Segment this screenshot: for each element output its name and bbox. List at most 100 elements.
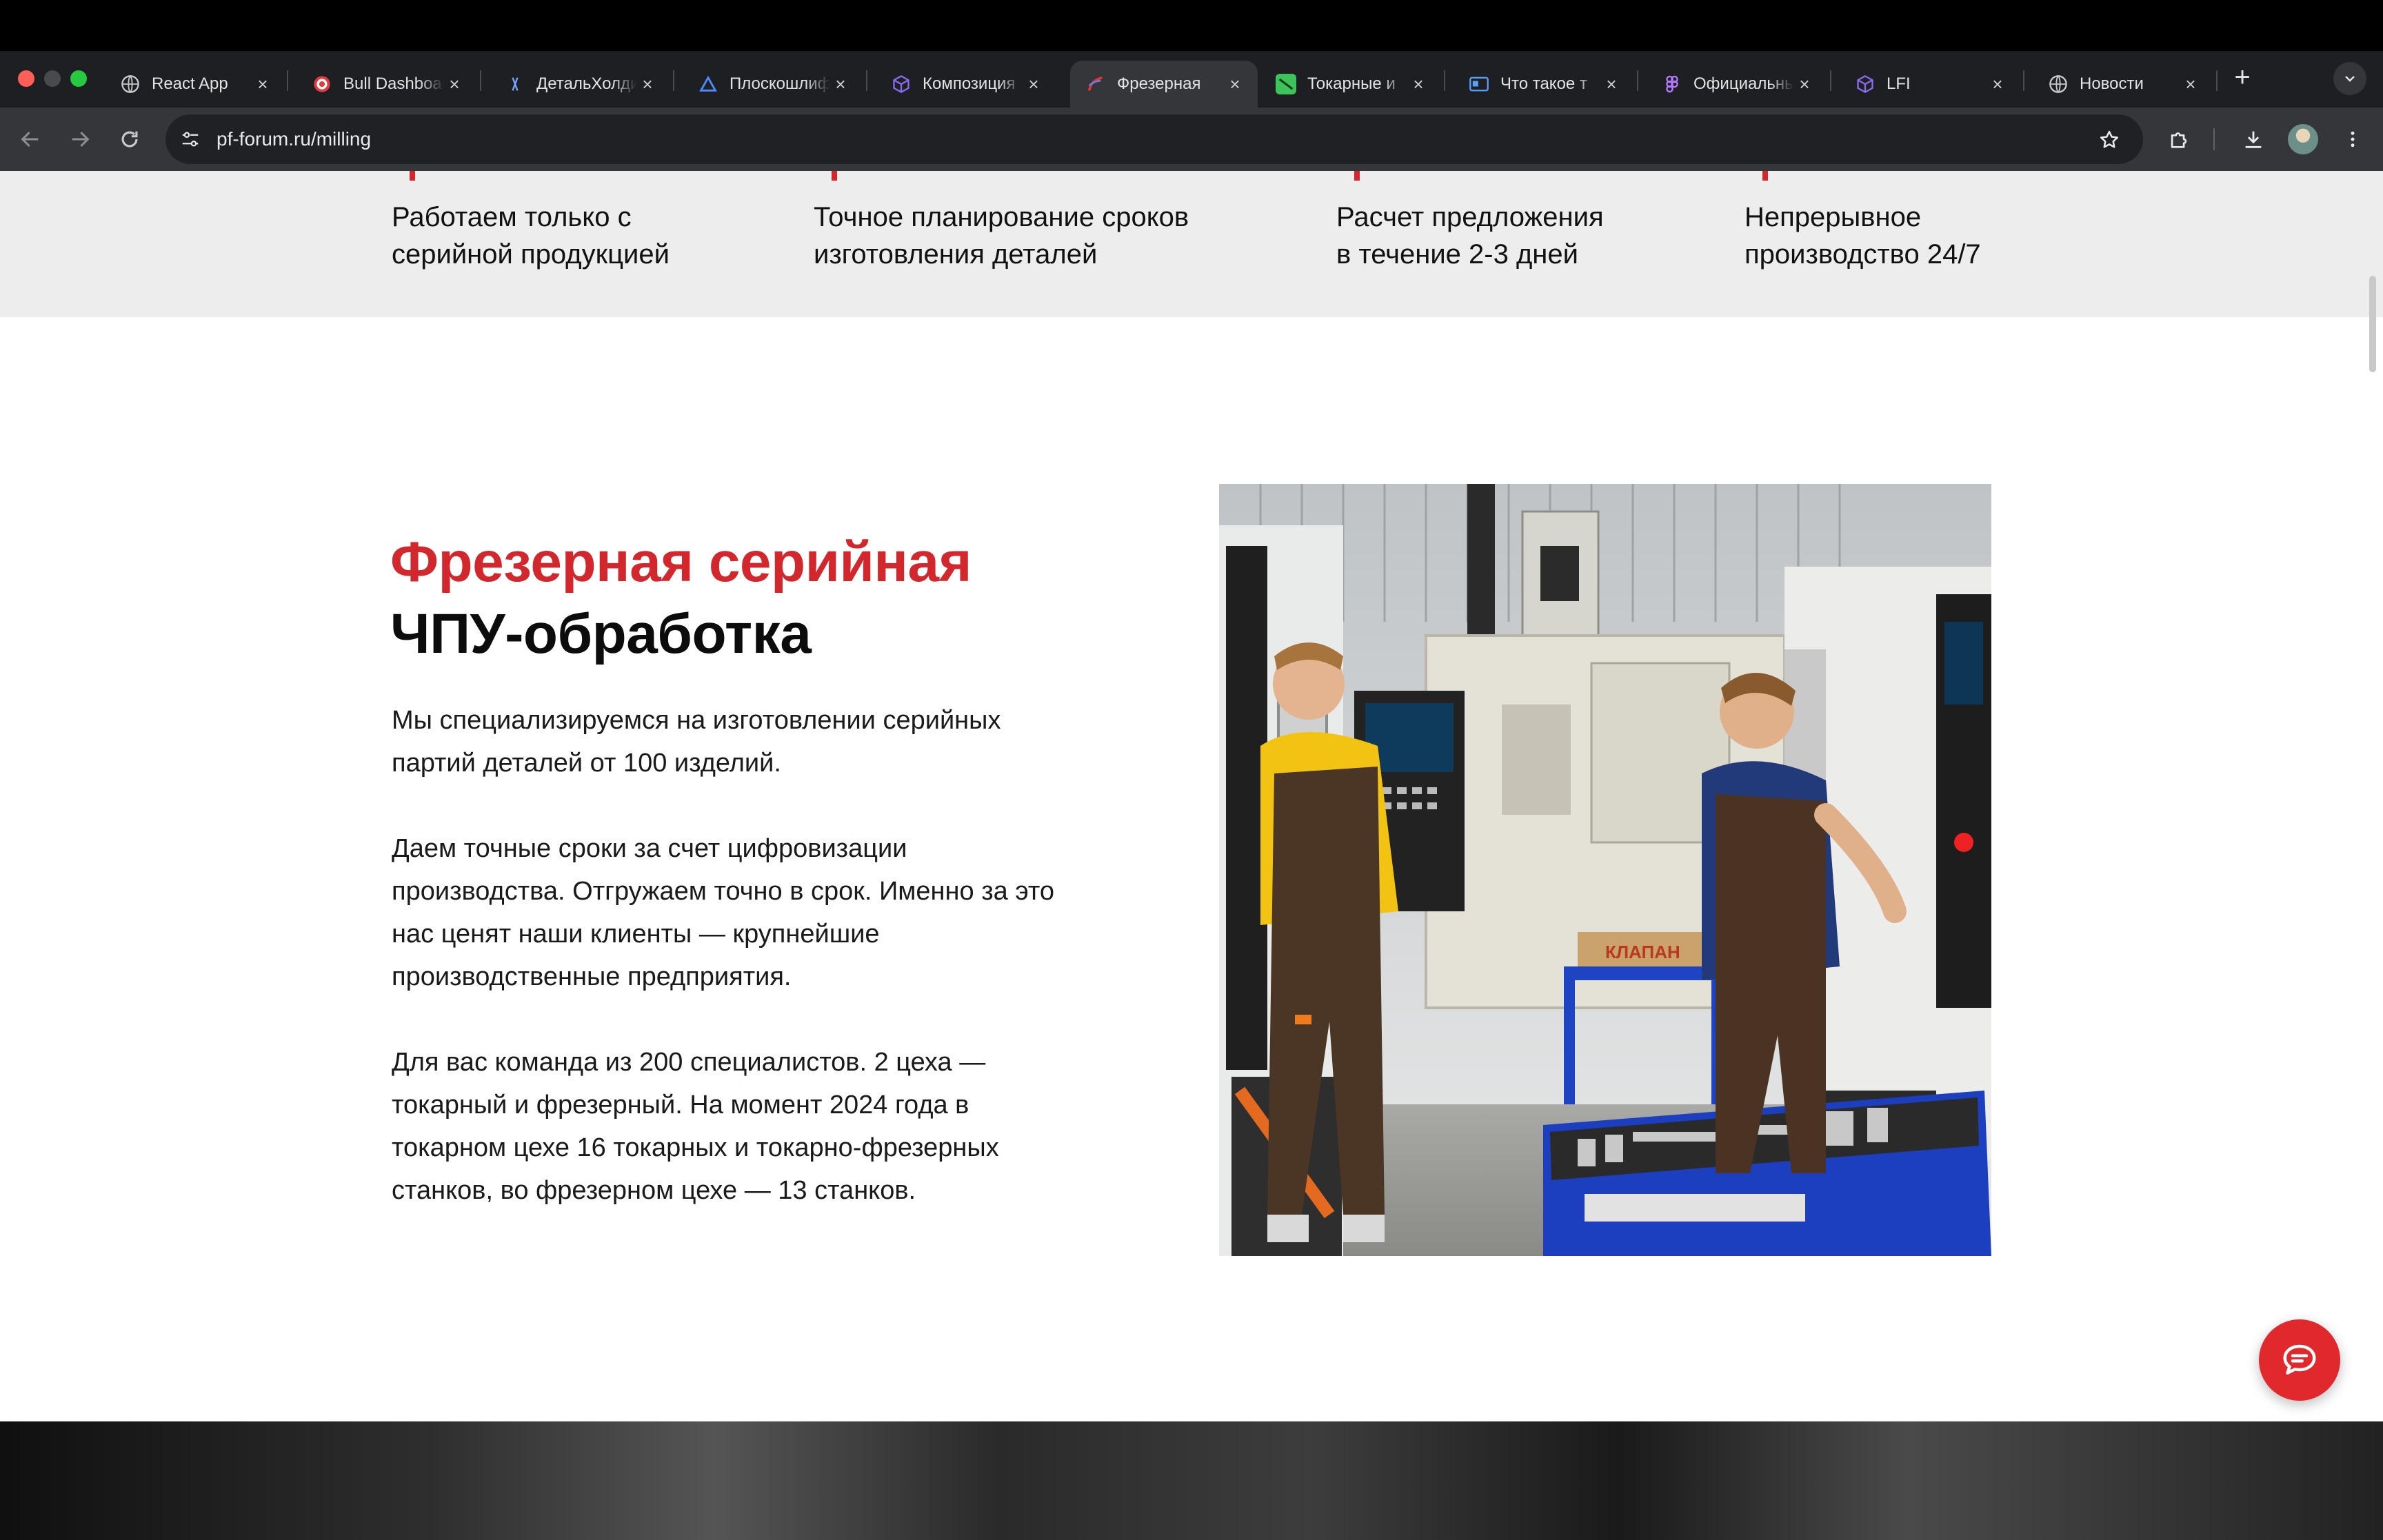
close-tab-icon[interactable]: × (2180, 74, 2201, 94)
tab-ploskoshlif[interactable]: Плоскошлифовальные × (683, 61, 863, 108)
section-paragraph: Для вас команда из 200 специалистов. 2 ц… (392, 1048, 999, 1205)
card-icon (1469, 74, 1489, 94)
accent-marker (832, 171, 837, 181)
reload-button[interactable] (113, 123, 146, 156)
close-tab-icon[interactable]: × (1601, 74, 1622, 94)
tab-separator (2023, 70, 2024, 91)
url-domain: pf-forum.ru (217, 128, 311, 150)
tab-detalholding[interactable]: ДетальХолдинг × (490, 61, 670, 108)
minimize-window-button[interactable] (44, 70, 61, 87)
close-tab-icon[interactable]: × (444, 74, 465, 94)
cube-icon (891, 74, 912, 94)
tab-title: Новости (2080, 74, 2144, 93)
more-vert-icon (2351, 131, 2355, 148)
tab-title: ДетальХолдинг (536, 74, 637, 93)
close-tab-icon[interactable]: × (637, 74, 658, 94)
crate-label: КЛАПАН (1605, 942, 1680, 962)
tab-oficialnyi[interactable]: Официальный × (1647, 61, 1827, 108)
tab-separator (866, 70, 867, 91)
cube-icon (1855, 74, 1876, 94)
profile-avatar[interactable] (2288, 124, 2318, 154)
tab-title: Токарные и (1307, 74, 1396, 93)
tab-bull-dashboard[interactable]: Bull Dashboard × (296, 61, 477, 108)
benefit-line: производство 24/7 (1744, 239, 1981, 270)
tab-title: Что такое т (1500, 74, 1587, 93)
tab-title: Плоскошлифовальные (730, 74, 830, 93)
benefit-item: Точное планирование сроков изготовления … (814, 171, 1269, 273)
tab-title: Bull Dashboard (343, 74, 444, 93)
tab-search-button[interactable] (2333, 62, 2366, 95)
chat-widget-button[interactable] (2259, 1319, 2340, 1401)
tune-icon (182, 132, 199, 147)
tab-separator (2216, 70, 2218, 91)
new-tab-button[interactable]: + (2229, 63, 2256, 91)
chevron-down-icon (2345, 76, 2355, 82)
forward-button[interactable] (63, 123, 97, 156)
tab-frezernaya[interactable]: Фрезерная × (1070, 61, 1258, 108)
close-tab-icon[interactable]: × (1794, 74, 1815, 94)
tab-separator (287, 70, 288, 91)
lathe-icon (1276, 74, 1296, 94)
tab-separator (673, 70, 674, 91)
benefit-line: Расчет предложения (1336, 202, 1604, 232)
url-text[interactable]: pf-forum.ru/milling (217, 125, 371, 153)
download-icon (2245, 131, 2262, 148)
benefit-line: Работаем только с (392, 202, 632, 232)
workshop-photo: КЛАПАН (1219, 484, 1991, 1256)
close-tab-icon[interactable]: × (1225, 74, 1245, 94)
section-title: Фрезерная серийная ЧПУ-обработка (390, 527, 972, 670)
close-window-button[interactable] (18, 70, 34, 87)
benefit-item: Расчет предложения в течение 2-3 дней (1336, 171, 1695, 273)
tab-separator (1444, 70, 1445, 91)
downloads-button[interactable] (2237, 123, 2270, 156)
benefit-line: изготовления деталей (814, 239, 1098, 270)
close-tab-icon[interactable]: × (1023, 74, 1044, 94)
tab-title: React App (152, 74, 228, 93)
address-bar[interactable] (165, 114, 2143, 164)
tab-separator (480, 70, 481, 91)
benefit-item: Непрерывное производство 24/7 (1744, 171, 2103, 273)
figma-icon (1662, 74, 1682, 94)
browser-menu-button[interactable] (2336, 123, 2369, 156)
mill-icon (1085, 74, 1106, 94)
tab-separator (1830, 70, 1831, 91)
tab-kompoziciya[interactable]: Композиция × (876, 61, 1056, 108)
arrow-right-icon (72, 131, 90, 148)
puzzle-icon (2171, 132, 2187, 148)
reload-icon (121, 131, 138, 148)
url-path: /milling (310, 128, 372, 150)
close-tab-icon[interactable]: × (1408, 74, 1429, 94)
arrow-left-icon (21, 131, 39, 148)
accent-marker (1354, 171, 1360, 181)
section-paragraph: Мы специализируемся на изготовлении сери… (392, 706, 1001, 778)
tab-title: Фрезерная (1117, 74, 1201, 93)
page-viewport: Работаем только с серийной продукцией То… (0, 171, 2383, 1540)
macos-menu-strip (0, 0, 2383, 51)
zoom-window-button[interactable] (70, 70, 87, 87)
page-scrollbar[interactable] (2369, 276, 2376, 372)
tab-title: Официальный (1693, 74, 1794, 93)
accent-marker (1762, 171, 1768, 181)
chat-bubble-icon (2283, 1344, 2316, 1375)
next-section-background (0, 1421, 2383, 1540)
close-tab-icon[interactable]: × (830, 74, 851, 94)
site-info-button[interactable] (174, 123, 207, 156)
triangle-icon (698, 74, 718, 94)
target-icon (312, 74, 332, 94)
tab-novosti[interactable]: Новости × (2033, 61, 2213, 108)
tab-chto-takoe[interactable]: Что такое т × (1454, 61, 1634, 108)
benefit-line: серийной продукцией (392, 239, 670, 270)
benefit-item: Работаем только с серийной продукцией (392, 171, 750, 273)
tab-tokarnye[interactable]: Токарные и × (1260, 61, 1441, 108)
benefits-strip: Работаем только с серийной продукцией То… (0, 171, 2383, 317)
tab-separator (1637, 70, 1638, 91)
accent-marker (410, 171, 415, 181)
extensions-button[interactable] (2162, 123, 2195, 156)
back-button[interactable] (14, 123, 47, 156)
globe-icon (2048, 74, 2069, 94)
close-tab-icon[interactable]: × (1987, 74, 2008, 94)
bookmark-star-button[interactable] (2093, 124, 2125, 156)
tab-lfi[interactable]: LFI × (1840, 61, 2020, 108)
close-tab-icon[interactable]: × (252, 74, 273, 94)
tab-react-app[interactable]: React App × (105, 61, 285, 108)
